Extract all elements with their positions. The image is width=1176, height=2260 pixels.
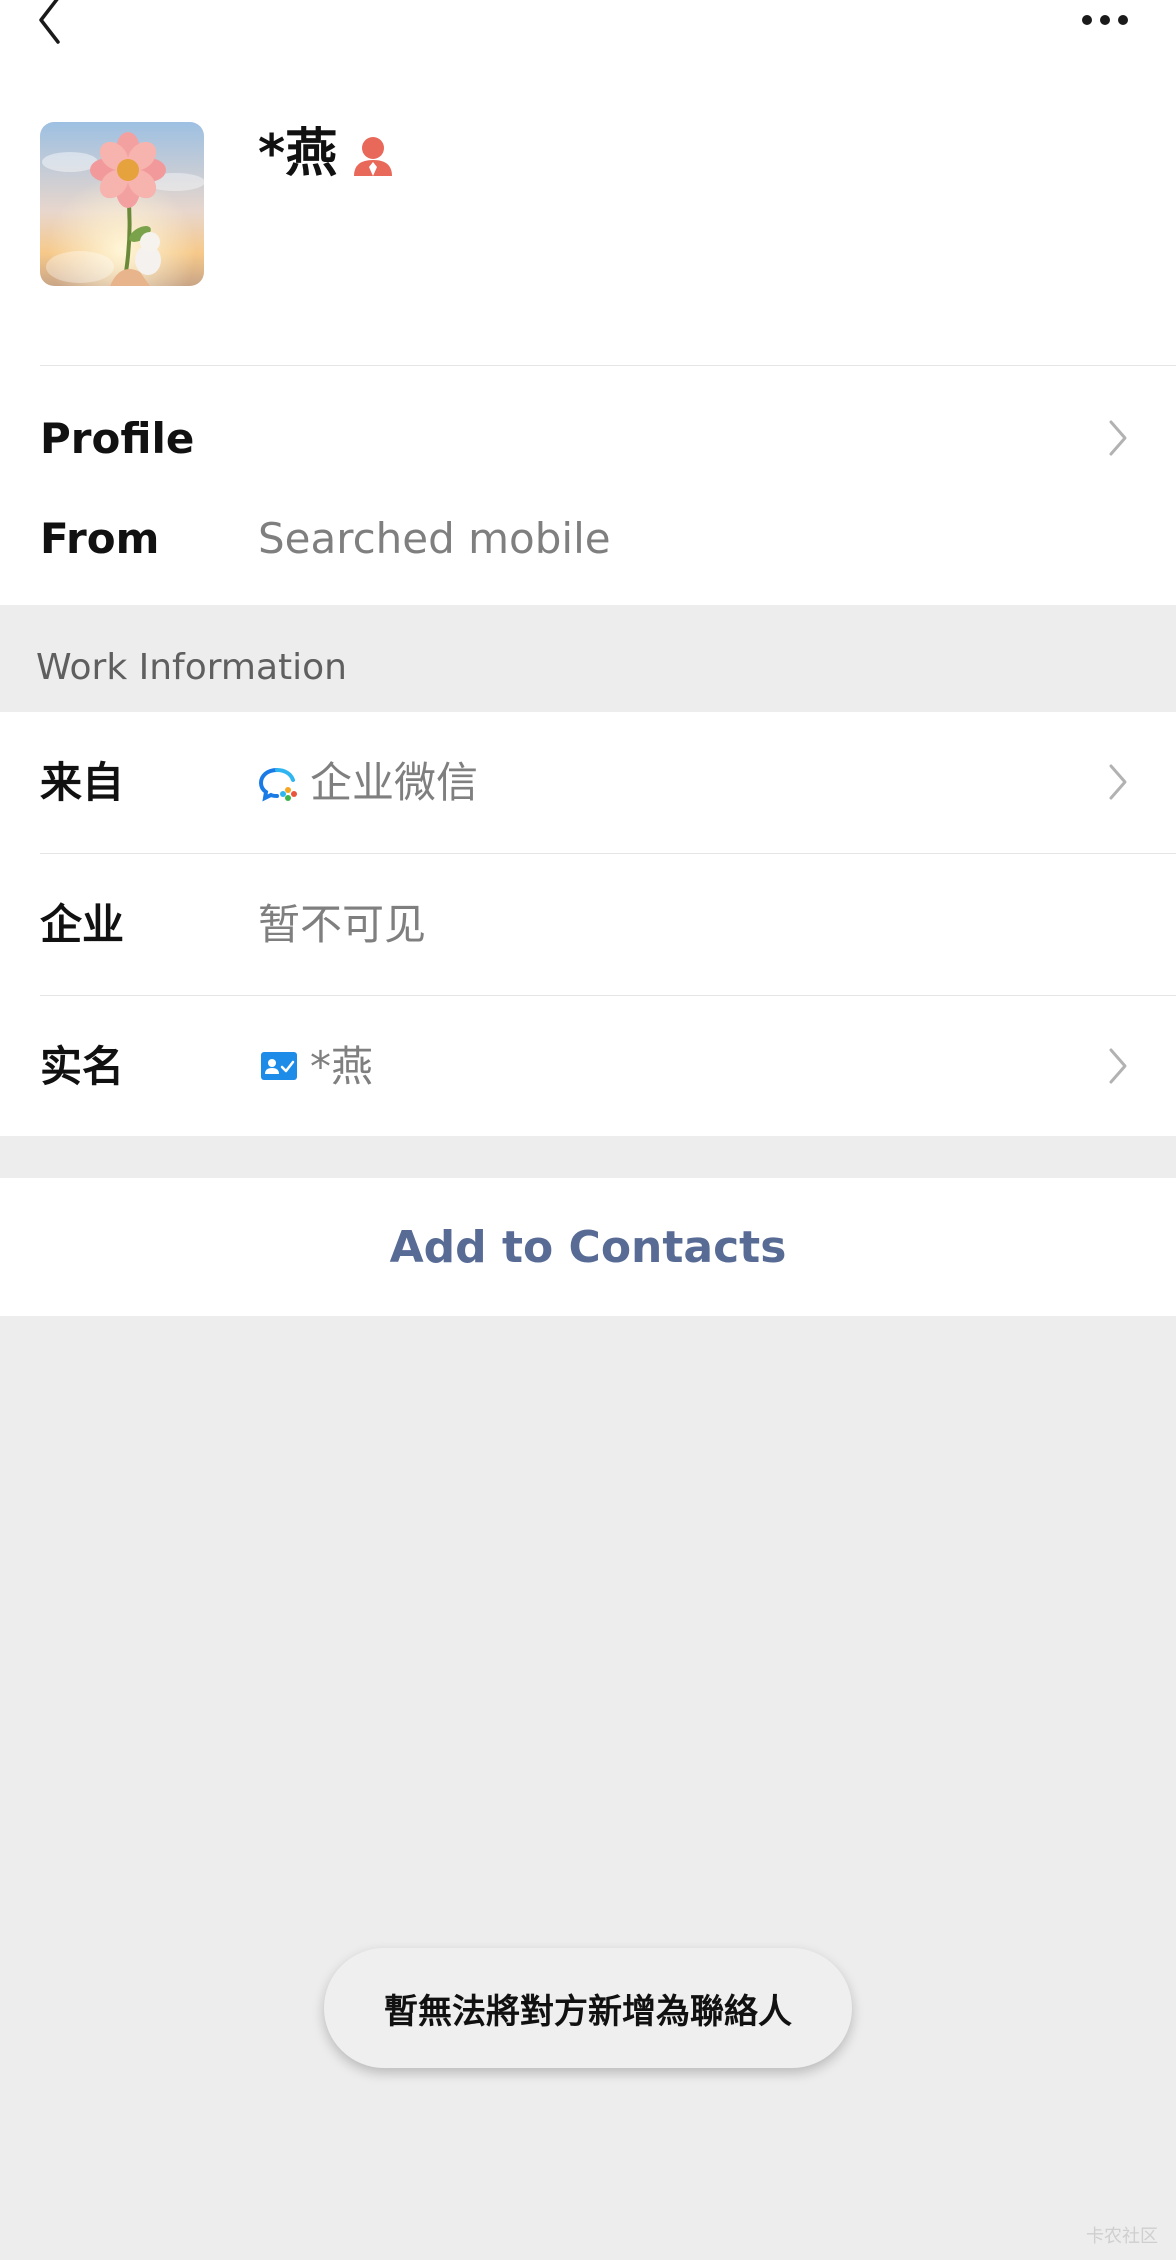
- company-value: 暂不可见: [258, 900, 427, 949]
- chevron-right-icon: [1106, 418, 1130, 458]
- contact-name: *燕: [258, 124, 338, 184]
- divider: [40, 365, 1176, 366]
- profile-label: Profile: [40, 414, 195, 463]
- contact-profile-screen: *燕 Profile From Searched mobile Work Inf…: [0, 0, 1176, 2260]
- toast-message: 暫無法將對方新增為聯絡人: [324, 1948, 852, 2068]
- chevron-right-icon: [1106, 762, 1130, 802]
- work-from-value: 企业微信: [310, 758, 479, 807]
- company-label: 企业: [40, 900, 125, 949]
- wecom-icon: [258, 764, 300, 806]
- realname-label: 实名: [40, 1042, 125, 1091]
- more-options-button[interactable]: [1070, 0, 1140, 50]
- toast-text: 暫無法將對方新增為聯絡人: [384, 1991, 792, 2032]
- add-to-contacts-label: Add to Contacts: [389, 1221, 787, 1273]
- from-value: Searched mobile: [258, 514, 611, 563]
- chevron-right-icon: [1106, 1046, 1130, 1086]
- chevron-left-icon: [39, 0, 60, 44]
- avatar[interactable]: [40, 122, 204, 286]
- from-label: From: [40, 514, 160, 563]
- flower-avatar-image: [40, 122, 204, 286]
- realname-value: *燕: [310, 1042, 374, 1091]
- divider: [40, 853, 1176, 854]
- more-horizontal-icon: [1082, 15, 1128, 25]
- work-information-header: Work Information: [36, 647, 347, 688]
- watermark: 卡农社区: [1086, 2226, 1158, 2247]
- id-card-verified-icon: [261, 1052, 297, 1080]
- back-button[interactable]: [20, 0, 80, 50]
- person-badge-icon: [352, 134, 394, 178]
- work-from-label: 来自: [40, 758, 125, 807]
- wecom-row[interactable]: [0, 712, 1176, 853]
- realname-row[interactable]: [0, 996, 1176, 1136]
- add-to-contacts-button[interactable]: Add to Contacts: [0, 1178, 1176, 1316]
